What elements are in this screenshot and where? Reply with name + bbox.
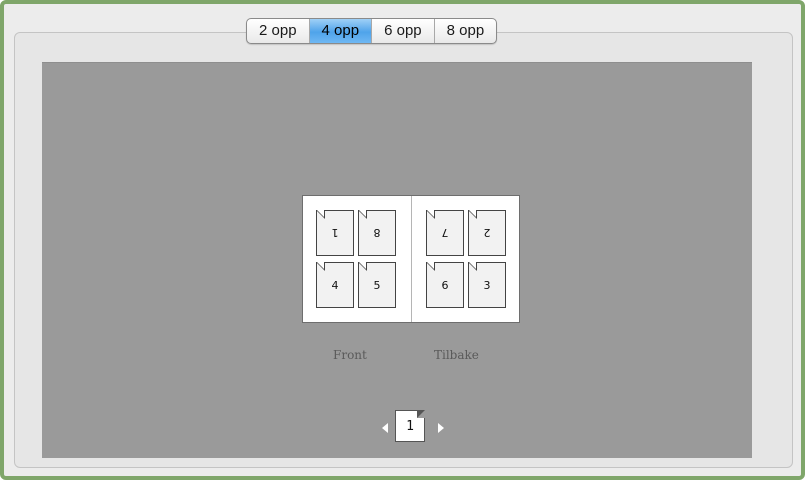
page-thumbnail: 3 — [468, 262, 506, 308]
sheet-preview: 1 8 4 5 7 2 6 3 — [302, 195, 520, 323]
current-page-indicator: 1 — [395, 410, 425, 442]
page-thumbnail: 7 — [426, 210, 464, 256]
previous-page-arrow-icon[interactable] — [382, 423, 388, 433]
page-corner-icon — [316, 262, 325, 271]
segment-8-opp[interactable]: 8 opp — [435, 19, 497, 43]
current-page-number: 1 — [406, 419, 414, 434]
page-thumbnail: 5 — [358, 262, 396, 308]
page-number: 4 — [331, 279, 339, 292]
segment-4-opp[interactable]: 4 opp — [309, 19, 373, 43]
page-thumbnail: 1 — [316, 210, 354, 256]
segment-2-opp[interactable]: 2 opp — [247, 19, 310, 43]
page-number: 7 — [441, 226, 449, 239]
fold-line — [411, 196, 412, 322]
segment-6-opp[interactable]: 6 opp — [372, 19, 435, 43]
page-corner-icon — [358, 210, 367, 219]
page-corner-icon — [426, 210, 435, 219]
front-label: Front — [333, 348, 367, 362]
page-thumbnail: 8 — [358, 210, 396, 256]
next-page-arrow-icon[interactable] — [438, 423, 444, 433]
page-number: 6 — [441, 279, 449, 292]
page-number: 5 — [373, 279, 381, 292]
page-corner-icon — [468, 210, 477, 219]
page-number: 3 — [483, 279, 491, 292]
back-label: Tilbake — [434, 348, 479, 362]
page-number: 2 — [483, 226, 491, 239]
page-thumbnail: 6 — [426, 262, 464, 308]
page-number: 8 — [373, 226, 381, 239]
page-corner-icon — [468, 262, 477, 271]
page-thumbnail: 2 — [468, 210, 506, 256]
page-corner-icon — [358, 262, 367, 271]
page-fold-icon — [417, 410, 425, 418]
page-thumbnail: 4 — [316, 262, 354, 308]
page-corner-icon — [426, 262, 435, 271]
page-number: 1 — [331, 226, 339, 239]
page-corner-icon — [316, 210, 325, 219]
pages-per-sheet-segmented-control[interactable]: 2 opp 4 opp 6 opp 8 opp — [246, 18, 498, 44]
